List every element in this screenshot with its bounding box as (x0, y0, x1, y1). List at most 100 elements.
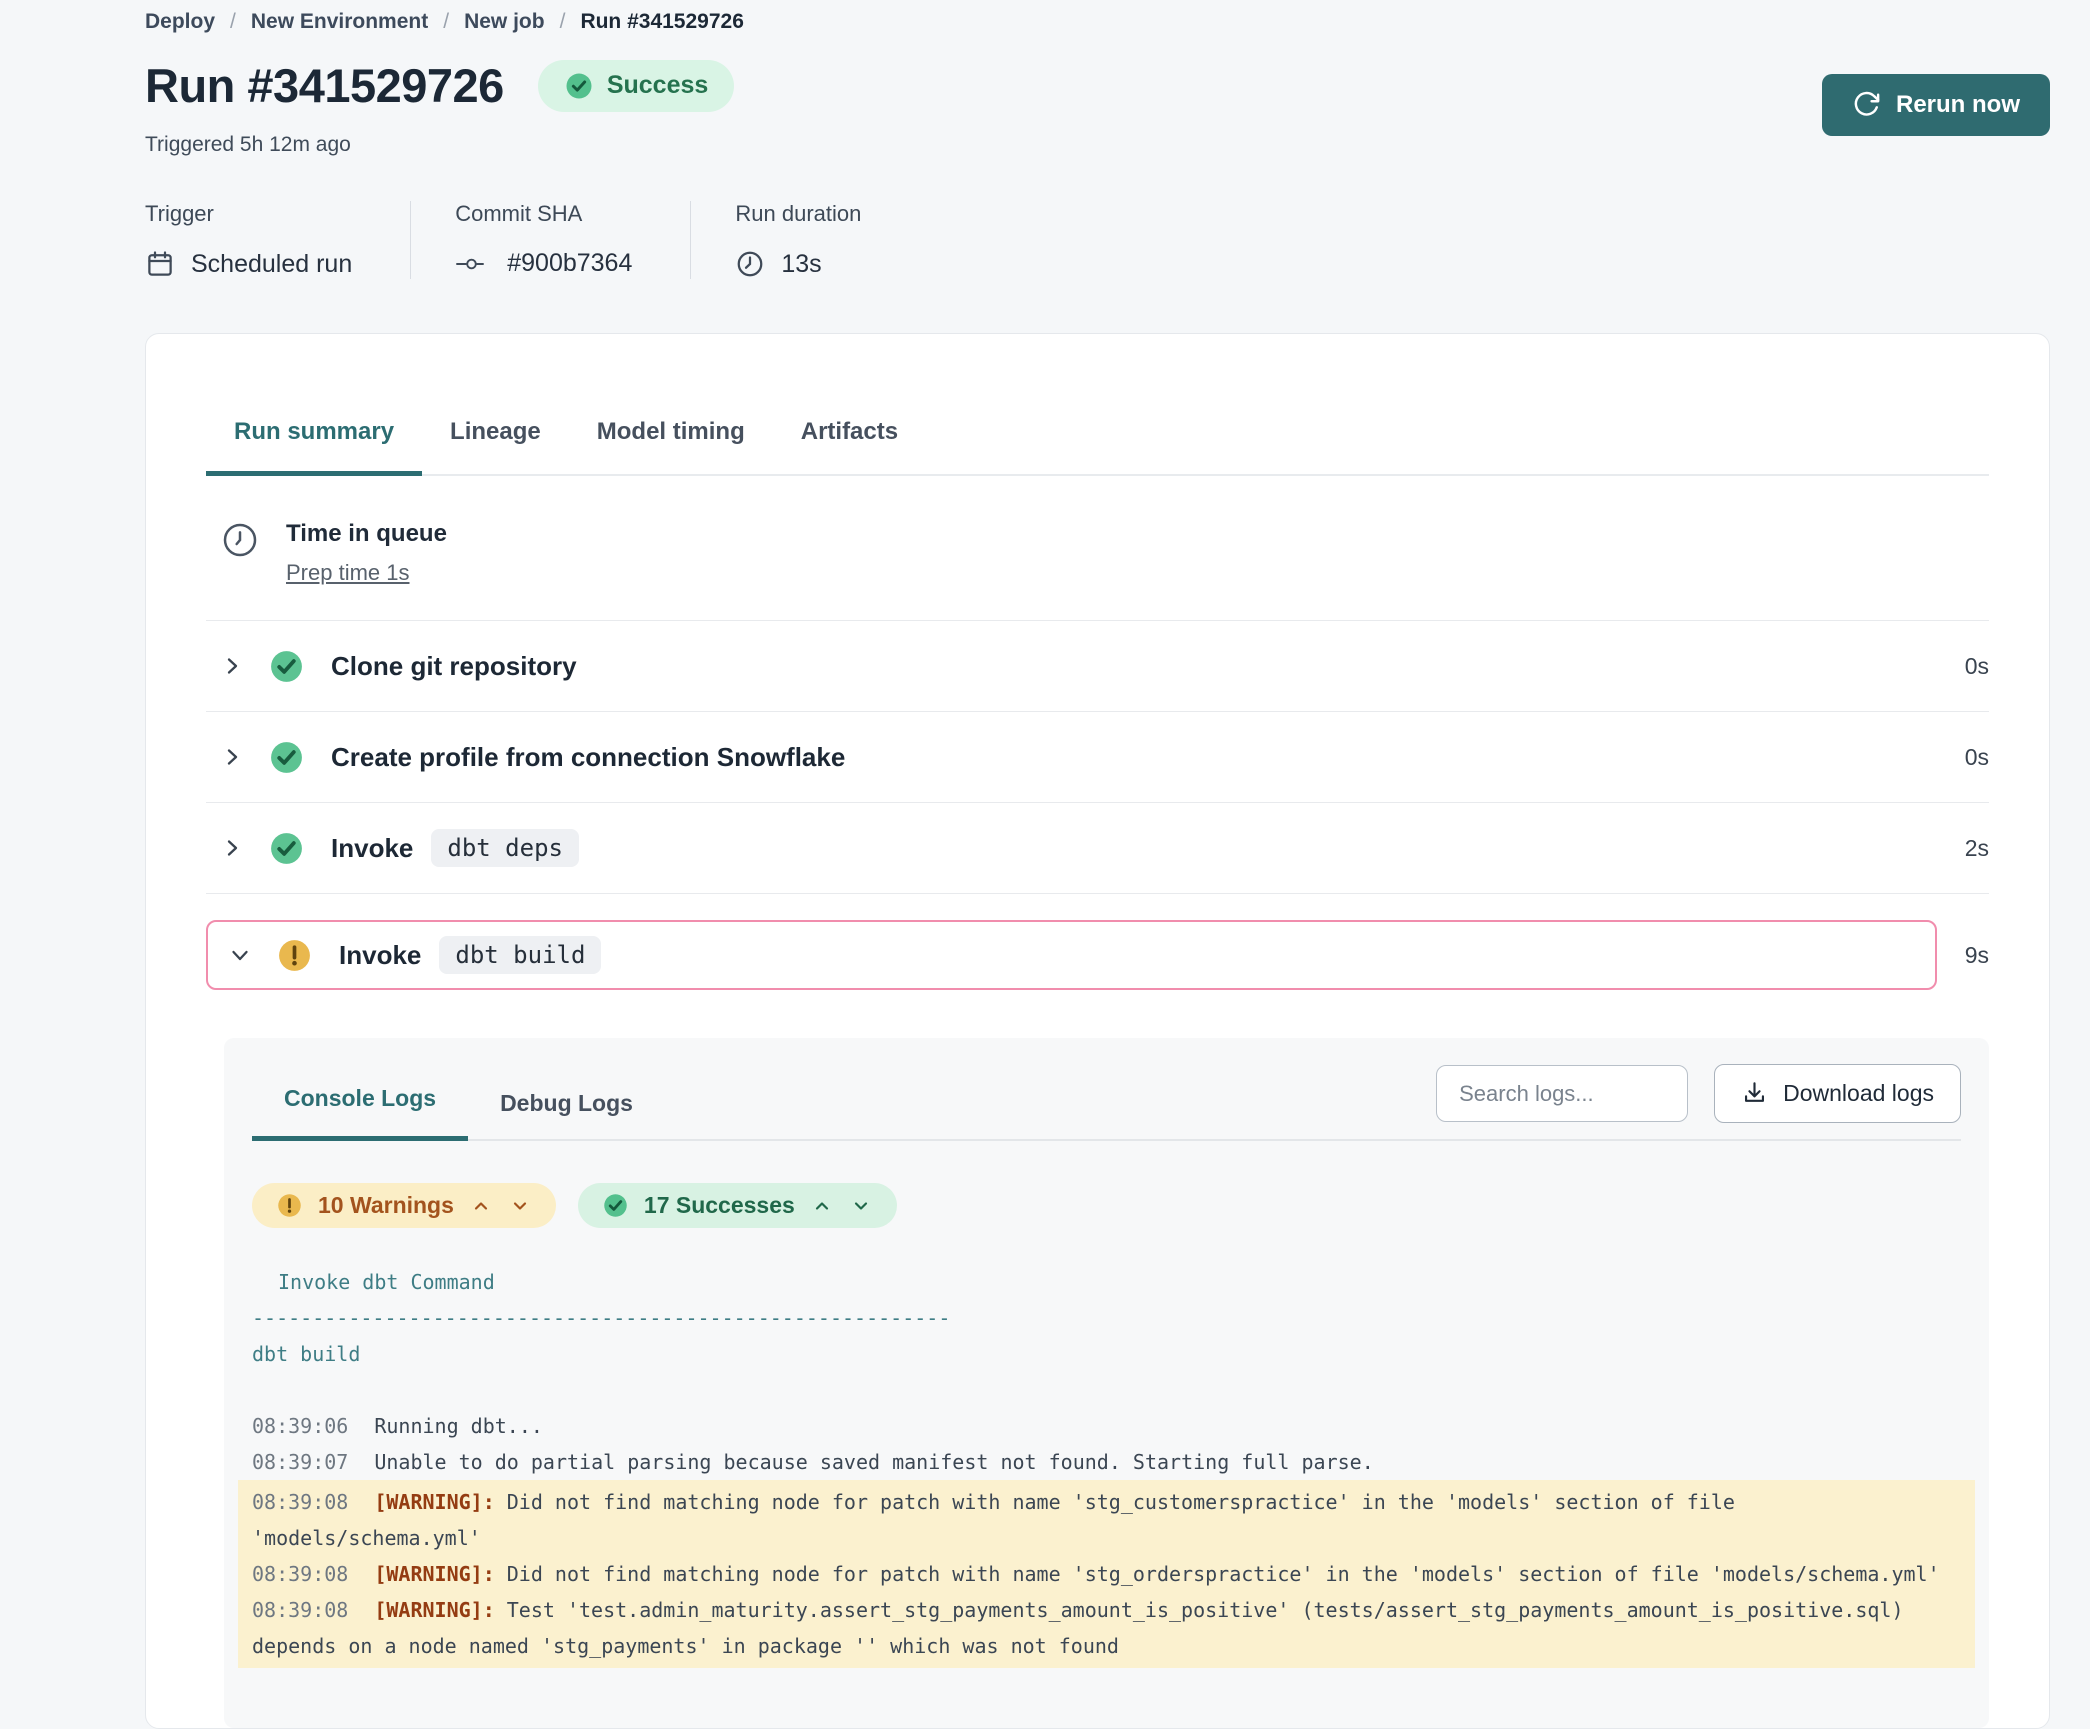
tab-model-timing[interactable]: Model timing (569, 418, 773, 476)
warnings-badge[interactable]: 10 Warnings (252, 1183, 556, 1228)
download-logs-label: Download logs (1783, 1080, 1934, 1107)
successes-next-button[interactable] (849, 1194, 873, 1218)
chevron-right-icon[interactable] (220, 654, 244, 678)
step-invoke-dbt-build-header[interactable]: Invoke dbt build (206, 920, 1937, 990)
time-in-queue-section: Time in queue Prep time 1s (206, 476, 1989, 621)
chevron-right-icon[interactable] (220, 836, 244, 860)
tab-console-logs[interactable]: Console Logs (252, 1065, 468, 1141)
meta-duration-value: 13s (781, 250, 821, 279)
step-title: Create profile from connection Snowflake (331, 742, 845, 773)
warnings-next-button[interactable] (508, 1194, 532, 1218)
triggered-timestamp: Triggered 5h 12m ago (145, 133, 734, 157)
success-check-icon (268, 830, 305, 867)
meta-duration: Run duration 13s (690, 201, 919, 279)
run-metadata: Trigger Scheduled run Commit SHA #900b73… (145, 201, 2050, 279)
step-title: Invoke (331, 833, 413, 864)
log-message: Unable to do partial parsing because sav… (374, 1450, 1373, 1474)
step-title: Clone git repository (331, 651, 577, 682)
chevron-down-icon[interactable] (228, 943, 252, 967)
rerun-now-button[interactable]: Rerun now (1822, 74, 2050, 136)
step-create-profile[interactable]: Create profile from connection Snowflake… (206, 712, 1989, 803)
warnings-prev-button[interactable] (469, 1194, 493, 1218)
meta-trigger-label: Trigger (145, 201, 352, 227)
page-header: Run #341529726 Success Triggered 5h 12m … (145, 58, 2050, 157)
tab-run-summary[interactable]: Run summary (206, 418, 422, 476)
download-icon (1741, 1080, 1768, 1107)
run-detail-page: Deploy / New Environment / New job / Run… (0, 0, 2090, 1729)
success-check-icon (602, 1192, 629, 1219)
tab-lineage[interactable]: Lineage (422, 418, 569, 476)
log-message: Test 'test.admin_maturity.assert_stg_pay… (252, 1598, 1904, 1658)
log-message: Running dbt... (374, 1414, 543, 1438)
chevron-right-icon[interactable] (220, 745, 244, 769)
successes-badge-label: 17 Successes (644, 1192, 795, 1219)
breadcrumb: Deploy / New Environment / New job / Run… (145, 10, 2050, 34)
log-line: 08:39:07 Unable to do partial parsing bec… (252, 1444, 1961, 1480)
warning-icon (276, 1192, 303, 1219)
success-check-icon (268, 739, 305, 776)
warnings-badge-label: 10 Warnings (318, 1192, 454, 1219)
meta-commit: Commit SHA #900b7364 (410, 201, 690, 279)
log-line: 08:39:06 Running dbt... (252, 1408, 1961, 1444)
log-blank-line (252, 1372, 1961, 1408)
breadcrumb-separator: / (560, 10, 566, 34)
log-warning-line: 08:39:08[WARNING]:Did not find matching … (252, 1556, 1961, 1592)
breadcrumb-separator: / (443, 10, 449, 34)
meta-commit-value: #900b7364 (507, 249, 632, 278)
step-invoke-dbt-deps[interactable]: Invoke dbt deps 2s (206, 803, 1989, 894)
success-check-icon (268, 648, 305, 685)
meta-commit-label: Commit SHA (455, 201, 632, 227)
run-tabs: Run summary Lineage Model timing Artifac… (206, 418, 1989, 476)
warning-icon (276, 937, 313, 974)
step-clone-git-repository[interactable]: Clone git repository 0s (206, 621, 1989, 712)
queue-clock-icon (220, 520, 260, 586)
step-duration: 0s (1965, 653, 1989, 680)
step-command-chip: dbt deps (431, 829, 579, 867)
log-timestamp: 08:39:06 (252, 1414, 348, 1438)
log-warning-block: 08:39:08 [WARNING]: Did not find matching … (238, 1480, 1975, 1668)
step-title: Invoke (339, 940, 421, 971)
calendar-icon (145, 249, 175, 279)
tab-artifacts[interactable]: Artifacts (773, 418, 926, 476)
log-warning-line: 08:39:08 [WARNING]:Test 'test.admin_matur… (252, 1592, 1961, 1664)
log-level-warning: [WARNING]: (374, 1490, 494, 1514)
console-logs-panel: Console Logs Debug Logs Download logs (224, 1038, 1989, 1728)
breadcrumb-environment[interactable]: New Environment (251, 10, 428, 34)
console-log-output: Invoke dbt Command ---------------------… (252, 1264, 1961, 1668)
commit-icon (455, 253, 491, 275)
breadcrumb-deploy[interactable]: Deploy (145, 10, 215, 34)
log-timestamp: 08:39:07 (252, 1450, 348, 1474)
meta-trigger: Trigger Scheduled run (145, 201, 410, 279)
log-timestamp: 08:39:08 (252, 1490, 348, 1514)
breadcrumb-current-run: Run #341529726 (580, 10, 743, 34)
step-duration: 2s (1965, 835, 1989, 862)
prep-time-link[interactable]: Prep time 1s (286, 560, 410, 586)
log-filter-badges: 10 Warnings 17 Successes (252, 1183, 1961, 1228)
successes-badge[interactable]: 17 Successes (578, 1183, 897, 1228)
step-invoke-dbt-build: Invoke dbt build 9s (206, 894, 1989, 990)
rerun-now-label: Rerun now (1896, 91, 2020, 119)
status-badge: Success (538, 60, 734, 112)
breadcrumb-separator: / (230, 10, 236, 34)
log-warning-line: 08:39:08[WARNING]:Did not find matching … (252, 1484, 1961, 1556)
success-check-icon (564, 71, 594, 101)
log-level-warning: [WARNING]: (374, 1598, 494, 1622)
refresh-icon (1852, 91, 1880, 119)
tab-debug-logs[interactable]: Debug Logs (468, 1070, 665, 1141)
status-badge-label: Success (607, 71, 708, 100)
download-logs-button[interactable]: Download logs (1714, 1064, 1961, 1123)
log-divider: ----------------------------------------… (252, 1300, 1961, 1336)
meta-trigger-value: Scheduled run (191, 250, 352, 279)
clock-icon (735, 249, 765, 279)
queue-title: Time in queue (286, 520, 447, 548)
step-duration: 9s (1965, 942, 1989, 969)
breadcrumb-job[interactable]: New job (464, 10, 545, 34)
successes-prev-button[interactable] (810, 1194, 834, 1218)
log-timestamp: 08:39:08 (252, 1562, 348, 1586)
log-message: Did not find matching node for patch wit… (507, 1562, 1940, 1586)
step-command-chip: dbt build (439, 936, 601, 974)
log-command-header: Invoke dbt Command (252, 1264, 1961, 1300)
search-logs-input[interactable] (1436, 1065, 1688, 1122)
log-timestamp: 08:39:08 (252, 1598, 348, 1622)
log-command: dbt build (252, 1336, 1961, 1372)
